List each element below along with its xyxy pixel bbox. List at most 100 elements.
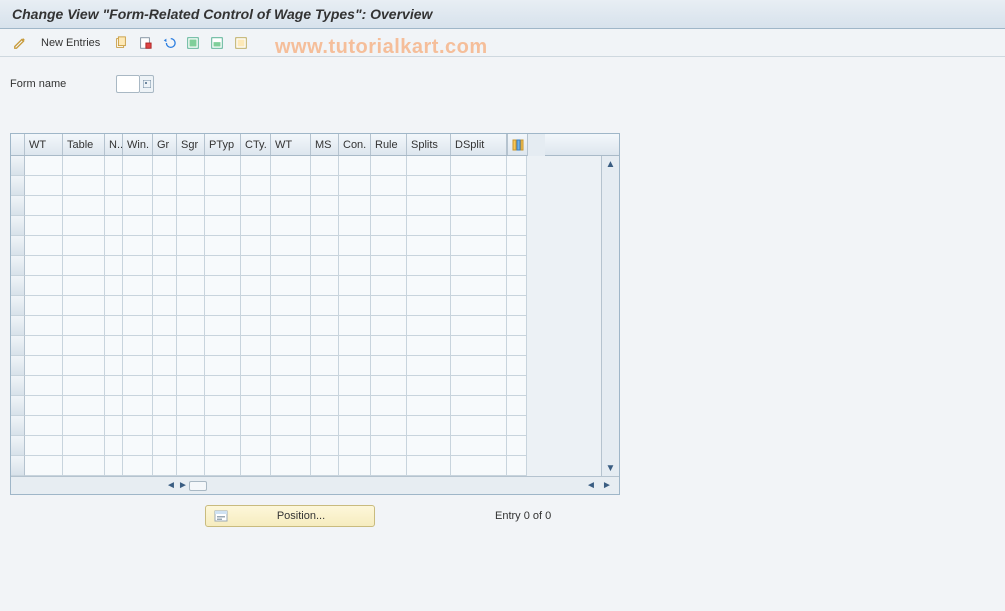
cell[interactable] <box>177 256 205 276</box>
cell[interactable] <box>241 216 271 236</box>
cell[interactable] <box>153 376 177 396</box>
cell[interactable] <box>241 176 271 196</box>
row-selector[interactable] <box>11 456 25 476</box>
cell[interactable] <box>63 336 105 356</box>
cell[interactable] <box>271 196 311 216</box>
cell[interactable] <box>311 376 339 396</box>
row-selector[interactable] <box>11 176 25 196</box>
cell[interactable] <box>63 356 105 376</box>
cell[interactable] <box>25 456 63 476</box>
cell[interactable] <box>271 176 311 196</box>
cell[interactable] <box>311 156 339 176</box>
search-help-icon[interactable] <box>140 75 154 93</box>
cell[interactable] <box>407 376 451 396</box>
row-selector[interactable] <box>11 436 25 456</box>
cell[interactable] <box>177 236 205 256</box>
cell[interactable] <box>311 196 339 216</box>
cell[interactable] <box>177 416 205 436</box>
row-selector[interactable] <box>11 156 25 176</box>
cell[interactable] <box>63 236 105 256</box>
scroll-left-end-icon[interactable]: ◄ <box>585 480 597 492</box>
cell[interactable] <box>451 276 507 296</box>
scroll-right-end-icon[interactable]: ► <box>601 480 613 492</box>
cell[interactable] <box>123 236 153 256</box>
cell[interactable] <box>339 316 371 336</box>
cell[interactable] <box>371 436 407 456</box>
cell[interactable] <box>311 316 339 336</box>
cell[interactable] <box>407 196 451 216</box>
cell[interactable] <box>371 156 407 176</box>
cell[interactable] <box>407 276 451 296</box>
col-con[interactable]: Con. <box>339 134 371 155</box>
cell[interactable] <box>311 416 339 436</box>
cell[interactable] <box>123 416 153 436</box>
cell[interactable] <box>241 436 271 456</box>
cell[interactable] <box>153 416 177 436</box>
cell[interactable] <box>105 196 123 216</box>
cell[interactable] <box>25 236 63 256</box>
form-name-input[interactable] <box>116 75 140 93</box>
cell[interactable] <box>153 336 177 356</box>
cell[interactable] <box>271 276 311 296</box>
deselect-all-icon[interactable] <box>231 33 251 53</box>
cell[interactable] <box>205 376 241 396</box>
cell[interactable] <box>63 416 105 436</box>
cell[interactable] <box>451 256 507 276</box>
cell[interactable] <box>407 236 451 256</box>
cell[interactable] <box>153 296 177 316</box>
cell[interactable] <box>339 376 371 396</box>
cell[interactable] <box>371 196 407 216</box>
cell[interactable] <box>339 196 371 216</box>
cell[interactable] <box>177 336 205 356</box>
cell[interactable] <box>407 176 451 196</box>
cell[interactable] <box>271 456 311 476</box>
table-row[interactable] <box>11 256 601 276</box>
cell[interactable] <box>371 256 407 276</box>
cell[interactable] <box>25 436 63 456</box>
cell[interactable] <box>371 276 407 296</box>
cell[interactable] <box>451 156 507 176</box>
cell[interactable] <box>105 436 123 456</box>
cell[interactable] <box>123 216 153 236</box>
cell[interactable] <box>63 276 105 296</box>
cell[interactable] <box>451 316 507 336</box>
cell[interactable] <box>153 396 177 416</box>
cell[interactable] <box>311 356 339 376</box>
cell[interactable] <box>241 156 271 176</box>
cell[interactable] <box>205 216 241 236</box>
cell[interactable] <box>105 456 123 476</box>
cell[interactable] <box>371 216 407 236</box>
cell[interactable] <box>311 216 339 236</box>
table-row[interactable] <box>11 456 601 476</box>
col-dsplit[interactable]: DSplit <box>451 134 507 155</box>
cell[interactable] <box>205 436 241 456</box>
cell[interactable] <box>25 396 63 416</box>
cell[interactable] <box>241 196 271 216</box>
cell[interactable] <box>105 336 123 356</box>
cell[interactable] <box>105 276 123 296</box>
cell[interactable] <box>25 196 63 216</box>
row-selector[interactable] <box>11 396 25 416</box>
cell[interactable] <box>271 436 311 456</box>
cell[interactable] <box>123 436 153 456</box>
cell[interactable] <box>371 356 407 376</box>
table-row[interactable] <box>11 176 601 196</box>
cell[interactable] <box>451 396 507 416</box>
cell[interactable] <box>205 296 241 316</box>
cell[interactable] <box>205 456 241 476</box>
position-button[interactable]: Position... <box>205 505 375 527</box>
cell[interactable] <box>451 176 507 196</box>
cell[interactable] <box>241 316 271 336</box>
cell[interactable] <box>123 256 153 276</box>
cell[interactable] <box>25 256 63 276</box>
cell[interactable] <box>311 236 339 256</box>
table-row[interactable] <box>11 236 601 256</box>
cell[interactable] <box>407 456 451 476</box>
cell[interactable] <box>123 396 153 416</box>
cell[interactable] <box>25 356 63 376</box>
cell[interactable] <box>177 436 205 456</box>
cell[interactable] <box>123 176 153 196</box>
copy-as-icon[interactable] <box>111 33 131 53</box>
cell[interactable] <box>205 336 241 356</box>
cell[interactable] <box>105 256 123 276</box>
